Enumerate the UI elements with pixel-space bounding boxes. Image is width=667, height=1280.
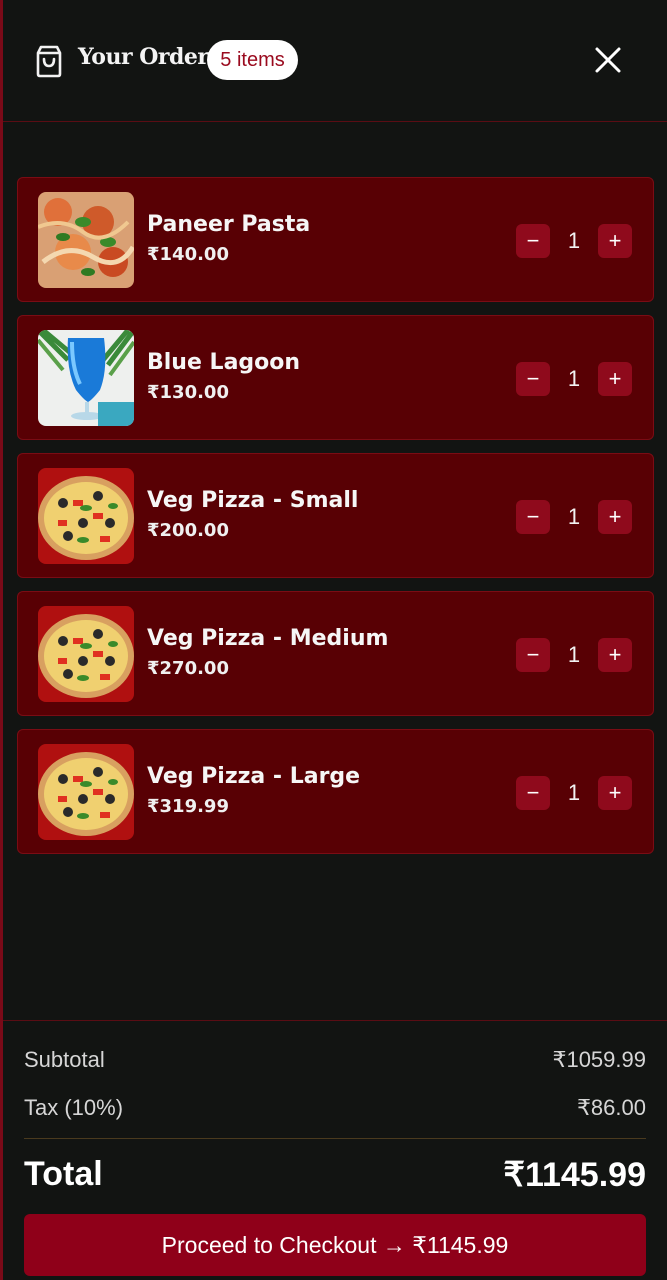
increase-quantity-button[interactable]: + xyxy=(598,500,632,534)
quantity-value: 1 xyxy=(567,366,581,391)
subtotal-row: Subtotal ₹1059.99 xyxy=(24,1047,646,1073)
item-price: ₹140.00 xyxy=(147,244,229,265)
decrease-quantity-button[interactable]: − xyxy=(516,362,550,396)
increase-quantity-button[interactable]: + xyxy=(598,638,632,672)
item-name: Veg Pizza - Large xyxy=(147,764,361,789)
order-item-card: Veg Pizza - Small ₹200.00 − 1 + xyxy=(17,453,654,578)
item-name: Blue Lagoon xyxy=(147,350,301,375)
close-icon xyxy=(595,47,621,73)
item-count-badge: 5 items xyxy=(207,40,298,80)
close-button[interactable] xyxy=(588,40,628,80)
subtotal-value: ₹1059.99 xyxy=(552,1047,646,1072)
item-name: Veg Pizza - Small xyxy=(147,488,359,513)
page-title: Your Order xyxy=(78,44,209,70)
drink-thumbnail xyxy=(38,330,134,426)
summary-divider xyxy=(24,1138,646,1139)
quantity-value: 1 xyxy=(567,504,581,529)
total-value: ₹1145.99 xyxy=(503,1156,646,1194)
item-price: ₹319.99 xyxy=(147,796,229,817)
decrease-quantity-button[interactable]: − xyxy=(516,638,550,672)
shopping-bag-icon xyxy=(36,45,62,78)
tax-row: Tax (10%) ₹86.00 xyxy=(24,1095,646,1121)
decrease-quantity-button[interactable]: − xyxy=(516,776,550,810)
item-name: Paneer Pasta xyxy=(147,212,311,237)
order-header: Your Order 5 items xyxy=(3,0,667,122)
increase-quantity-button[interactable]: + xyxy=(598,224,632,258)
total-row: Total ₹1145.99 xyxy=(24,1155,646,1195)
item-price: ₹270.00 xyxy=(147,658,229,679)
quantity-value: 1 xyxy=(567,642,581,667)
tax-value: ₹86.00 xyxy=(576,1095,646,1120)
order-item-card: Veg Pizza - Medium ₹270.00 − 1 + xyxy=(17,591,654,716)
tax-label: Tax (10%) xyxy=(24,1095,124,1120)
increase-quantity-button[interactable]: + xyxy=(598,776,632,810)
order-item-card: Blue Lagoon ₹130.00 − 1 + xyxy=(17,315,654,440)
quantity-value: 1 xyxy=(567,228,581,253)
decrease-quantity-button[interactable]: − xyxy=(516,500,550,534)
decrease-quantity-button[interactable]: − xyxy=(516,224,550,258)
pasta-thumbnail xyxy=(38,192,134,288)
checkout-button[interactable]: Proceed to Checkout → ₹1145.99 xyxy=(24,1214,646,1276)
pizza-thumbnail xyxy=(38,744,134,840)
total-label: Total xyxy=(24,1155,103,1193)
item-name: Veg Pizza - Medium xyxy=(147,626,389,651)
quantity-value: 1 xyxy=(567,780,581,805)
pizza-thumbnail xyxy=(38,468,134,564)
increase-quantity-button[interactable]: + xyxy=(598,362,632,396)
order-item-card: Veg Pizza - Large ₹319.99 − 1 + xyxy=(17,729,654,854)
order-summary: Subtotal ₹1059.99 Tax (10%) ₹86.00 Total… xyxy=(3,1020,667,1280)
item-price: ₹130.00 xyxy=(147,382,229,403)
pizza-thumbnail xyxy=(38,606,134,702)
item-price: ₹200.00 xyxy=(147,520,229,541)
subtotal-label: Subtotal xyxy=(24,1047,105,1072)
order-items-list: Paneer Pasta ₹140.00 − 1 + Blue Lagoon ₹… xyxy=(17,177,654,867)
order-item-card: Paneer Pasta ₹140.00 − 1 + xyxy=(17,177,654,302)
